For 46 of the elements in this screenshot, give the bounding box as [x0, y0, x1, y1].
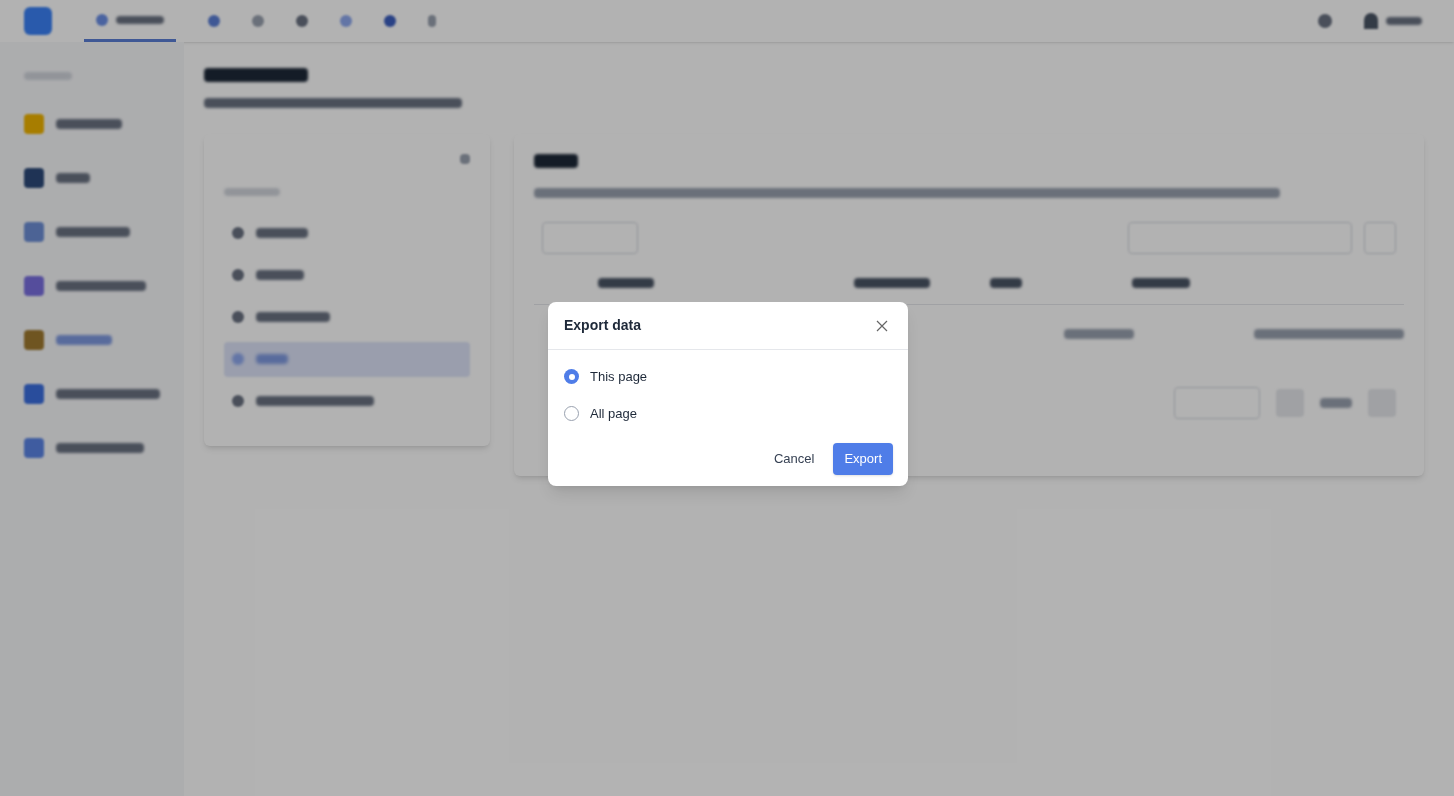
- blurred-text-bar: [1386, 17, 1422, 25]
- tab-icon[interactable]: [252, 15, 264, 27]
- export-button[interactable]: Export: [833, 443, 893, 475]
- option-label: All page: [590, 404, 637, 423]
- item-icon: [232, 395, 244, 408]
- item-icon: [232, 311, 244, 324]
- side-menu-item[interactable]: [224, 341, 470, 377]
- menu-icon[interactable]: [24, 438, 44, 458]
- radio-button[interactable]: [564, 405, 579, 421]
- menu-icon[interactable]: [24, 384, 44, 404]
- item-icon: [232, 353, 244, 366]
- blurred-text-bar: [256, 270, 304, 281]
- blurred-text-bar: [24, 72, 72, 80]
- app-logo-icon: [24, 7, 52, 35]
- tab-icon[interactable]: [384, 15, 396, 27]
- tab-icon[interactable]: [428, 15, 436, 27]
- blurred-text-bar: [1132, 278, 1190, 288]
- blurred-text-bar: [1064, 329, 1134, 339]
- cancel-button[interactable]: Cancel: [762, 443, 826, 475]
- blurred-text-bar: [224, 187, 280, 196]
- blurred-text-bar: [116, 15, 164, 24]
- tab-icon[interactable]: [296, 15, 308, 27]
- notification-icon[interactable]: [1318, 14, 1332, 28]
- option-label: This page: [590, 368, 648, 386]
- menu-icon[interactable]: [24, 276, 44, 296]
- tab-icon[interactable]: [208, 15, 220, 27]
- item-icon: [232, 227, 244, 240]
- blurred-text-bar: [256, 228, 308, 239]
- blurred-text-bar: [56, 335, 112, 345]
- blurred-text-bar: [990, 278, 1022, 288]
- menu-icon[interactable]: [24, 330, 44, 350]
- blurred-text-bar: [1320, 398, 1352, 408]
- item-icon: [232, 269, 244, 282]
- blurred-text-bar: [256, 354, 288, 365]
- blurred-text-bar: [56, 119, 122, 129]
- menu-icon[interactable]: [24, 222, 44, 242]
- menu-icon[interactable]: [24, 168, 44, 188]
- dialog-title: Export data: [564, 316, 641, 335]
- tab-icon: [96, 13, 108, 26]
- menu-icon[interactable]: [24, 114, 44, 134]
- user-icon[interactable]: [1364, 13, 1378, 29]
- blurred-text-bar: [598, 278, 654, 288]
- blurred-text-bar: [534, 154, 578, 168]
- tab-icon[interactable]: [340, 15, 352, 27]
- radio-button[interactable]: [564, 369, 579, 385]
- blurred-text-bar: [56, 173, 90, 183]
